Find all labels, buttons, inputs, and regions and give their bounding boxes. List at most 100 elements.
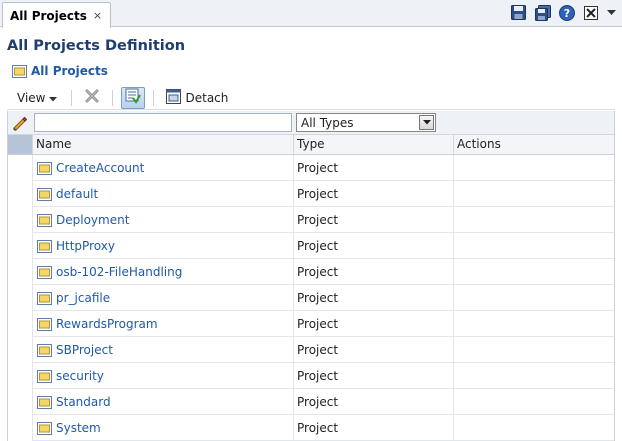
actions-cell bbox=[453, 389, 614, 415]
name-cell: default bbox=[32, 181, 293, 207]
project-link[interactable]: security bbox=[56, 369, 104, 383]
type-cell: Project bbox=[293, 337, 453, 363]
type-cell: Project bbox=[293, 311, 453, 337]
view-menu-button[interactable]: View bbox=[7, 87, 65, 109]
project-link[interactable]: pr_jcafile bbox=[56, 291, 110, 305]
name-cell: osb-102-FileHandling bbox=[32, 259, 293, 285]
save-icon[interactable] bbox=[510, 4, 527, 21]
row-selector[interactable] bbox=[8, 311, 32, 337]
name-filter-input[interactable] bbox=[34, 113, 292, 132]
row-selector[interactable] bbox=[8, 389, 32, 415]
actions-cell bbox=[453, 207, 614, 233]
project-link[interactable]: System bbox=[56, 421, 101, 435]
project-link[interactable]: default bbox=[56, 187, 98, 201]
toolbar-divider bbox=[71, 89, 73, 106]
breadcrumb[interactable]: All Projects bbox=[12, 64, 108, 78]
project-link[interactable]: osb-102-FileHandling bbox=[56, 265, 182, 279]
project-link[interactable]: CreateAccount bbox=[56, 161, 144, 175]
folder-icon bbox=[37, 395, 52, 409]
name-cell: security bbox=[32, 363, 293, 389]
name-cell: RewardsProgram bbox=[32, 311, 293, 337]
table-row[interactable]: Deployment Project bbox=[8, 207, 614, 233]
type-cell: Project bbox=[293, 415, 453, 441]
folder-icon bbox=[37, 239, 52, 253]
row-selector[interactable] bbox=[8, 259, 32, 285]
name-cell: HttpProxy bbox=[32, 233, 293, 259]
row-selector[interactable] bbox=[8, 337, 32, 363]
help-icon[interactable]: ? bbox=[558, 4, 575, 21]
actions-cell bbox=[453, 363, 614, 389]
close-all-icon[interactable] bbox=[582, 4, 599, 21]
chevron-down-icon[interactable] bbox=[606, 4, 616, 21]
table-row[interactable]: pr_jcafile Project bbox=[8, 285, 614, 311]
row-selector[interactable] bbox=[8, 181, 32, 207]
header-corner bbox=[8, 135, 32, 154]
chevron-down-icon bbox=[49, 91, 58, 105]
detach-icon bbox=[166, 88, 182, 107]
table-row[interactable]: HttpProxy Project bbox=[8, 233, 614, 259]
name-cell: SBProject bbox=[32, 337, 293, 363]
row-selector[interactable] bbox=[8, 233, 32, 259]
actions-cell bbox=[453, 181, 614, 207]
save-all-icon[interactable] bbox=[534, 4, 551, 21]
tab-toolbar: ? bbox=[510, 4, 616, 21]
folder-icon bbox=[37, 343, 52, 357]
table-row[interactable]: osb-102-FileHandling Project bbox=[8, 259, 614, 285]
row-selector[interactable] bbox=[8, 155, 32, 181]
type-cell: Project bbox=[293, 389, 453, 415]
actions-cell bbox=[453, 285, 614, 311]
type-cell: Project bbox=[293, 233, 453, 259]
row-selector[interactable] bbox=[8, 415, 32, 441]
type-filter-select[interactable]: All Types bbox=[296, 113, 436, 132]
table-row[interactable]: default Project bbox=[8, 181, 614, 207]
folder-icon bbox=[37, 213, 52, 227]
column-header-actions: Actions bbox=[453, 135, 614, 154]
query-by-example-button[interactable] bbox=[121, 86, 146, 109]
chevron-down-icon[interactable] bbox=[419, 115, 434, 130]
folder-icon bbox=[37, 265, 52, 279]
column-header-type[interactable]: Type bbox=[293, 135, 453, 154]
table-row[interactable]: RewardsProgram Project bbox=[8, 311, 614, 337]
column-header-name[interactable]: Name bbox=[32, 135, 293, 154]
type-cell: Project bbox=[293, 181, 453, 207]
table-row[interactable]: SBProject Project bbox=[8, 337, 614, 363]
view-menu-label: View bbox=[17, 90, 46, 105]
type-filter-value: All Types bbox=[301, 115, 354, 130]
page-title: All Projects Definition bbox=[7, 38, 186, 54]
type-cell: Project bbox=[293, 363, 453, 389]
row-selector[interactable] bbox=[8, 207, 32, 233]
name-cell: CreateAccount bbox=[32, 155, 293, 181]
tab-all-projects[interactable]: All Projects × bbox=[2, 2, 112, 28]
clear-filter-icon[interactable] bbox=[10, 114, 28, 132]
filter-row: All Types bbox=[8, 111, 614, 135]
table-row[interactable]: CreateAccount Project bbox=[8, 155, 614, 181]
name-cell: Deployment bbox=[32, 207, 293, 233]
project-link[interactable]: RewardsProgram bbox=[56, 317, 158, 331]
project-link[interactable]: Deployment bbox=[56, 213, 129, 227]
row-selector[interactable] bbox=[8, 285, 32, 311]
type-cell: Project bbox=[293, 285, 453, 311]
breadcrumb-label[interactable]: All Projects bbox=[31, 64, 108, 78]
row-selector[interactable] bbox=[8, 363, 32, 389]
table-row[interactable]: Standard Project bbox=[8, 389, 614, 415]
detach-label: Detach bbox=[185, 90, 229, 105]
project-link[interactable]: SBProject bbox=[56, 343, 113, 357]
close-icon[interactable]: × bbox=[93, 10, 102, 21]
folder-icon bbox=[37, 369, 52, 383]
actions-cell bbox=[453, 311, 614, 337]
delete-button[interactable] bbox=[80, 87, 104, 109]
table-header: Name Type Actions bbox=[8, 135, 614, 155]
table-row[interactable]: System Project bbox=[8, 415, 614, 441]
type-cell: Project bbox=[293, 259, 453, 285]
actions-cell bbox=[453, 233, 614, 259]
folder-icon bbox=[37, 421, 52, 435]
detach-button[interactable]: Detach bbox=[160, 88, 234, 107]
name-cell: pr_jcafile bbox=[32, 285, 293, 311]
toolbar-divider bbox=[112, 89, 114, 106]
folder-icon bbox=[12, 64, 27, 78]
project-link[interactable]: HttpProxy bbox=[56, 239, 115, 253]
name-cell: Standard bbox=[32, 389, 293, 415]
folder-icon bbox=[37, 317, 52, 331]
project-link[interactable]: Standard bbox=[56, 395, 111, 409]
table-row[interactable]: security Project bbox=[8, 363, 614, 389]
